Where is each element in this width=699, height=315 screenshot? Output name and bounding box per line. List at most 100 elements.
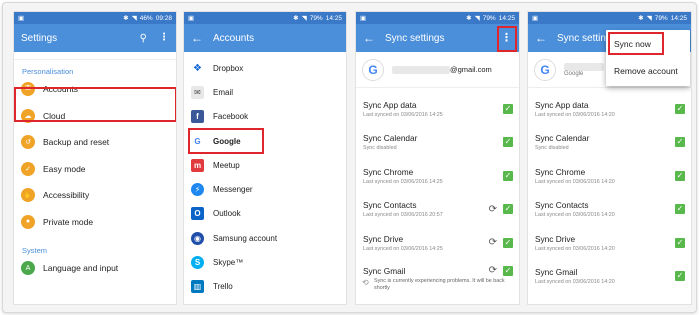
- settings-screen: ▣ ✱ ◥ 46% 09:28 Settings ⚲ ⋮ Personalisa…: [13, 11, 177, 305]
- syncing-icon: ⟳: [488, 203, 497, 215]
- sync-item-drive[interactable]: Sync Drive Last synced on 03/06/2016 14:2…: [528, 226, 691, 260]
- sync-item-chrome[interactable]: Sync Chrome Last synced on 03/06/2016 14:…: [528, 159, 691, 193]
- more-options-icon[interactable]: ⋮: [501, 32, 512, 44]
- checkbox-checked[interactable]: ✓: [503, 103, 513, 114]
- menu-item-sync-now[interactable]: Sync now: [606, 30, 690, 57]
- sync-item-chrome[interactable]: Sync Chrome Last synced on 03/06/2016 14:…: [356, 159, 519, 193]
- settings-item-accessibility[interactable]: ✋ Accessibility: [14, 182, 176, 209]
- app-bar: Settings ⚲ ⋮: [14, 24, 176, 52]
- sync-item-gmail[interactable]: Sync Gmail ⟳ ✓: [356, 260, 519, 276]
- sync-item-status: Sync disabled: [363, 145, 397, 152]
- account-item-meetup[interactable]: m Meetup: [184, 153, 346, 177]
- sync-item-drive[interactable]: Sync Drive Last synced on 03/06/2016 14:2…: [356, 226, 519, 260]
- checkbox-checked[interactable]: ✓: [503, 137, 513, 148]
- account-label: Google: [213, 136, 241, 146]
- battery-level: 79%: [654, 14, 668, 22]
- sync-item-calendar[interactable]: Sync Calendar Sync disabled ✓: [528, 126, 691, 160]
- section-personalisation: Personalisation: [22, 67, 74, 76]
- more-options-icon[interactable]: ⋮: [159, 33, 169, 43]
- battery-level: 79%: [482, 14, 496, 22]
- settings-item-language[interactable]: A Language and input: [14, 255, 176, 282]
- checkbox-checked[interactable]: ✓: [503, 265, 513, 276]
- settings-item-backup[interactable]: ↺ Backup and reset: [14, 129, 176, 156]
- checkbox-checked[interactable]: ✓: [675, 204, 685, 215]
- account-item-samsung[interactable]: ◉ Samsung account: [184, 226, 346, 250]
- account-item-messenger[interactable]: ⚡ Messenger: [184, 177, 346, 201]
- settings-item-label: Cloud: [43, 110, 66, 121]
- account-label: Skype™: [213, 258, 244, 268]
- time: 14:25: [670, 14, 687, 22]
- sync-item-contacts[interactable]: Sync Contacts Last synced on 03/06/2016 2…: [356, 193, 519, 227]
- menu-item-remove-account[interactable]: Remove account: [606, 57, 690, 84]
- sync-item-app-data[interactable]: Sync App data Last synced on 03/06/2016 1…: [528, 92, 691, 126]
- settings-item-private-mode[interactable]: ● Private mode: [14, 209, 176, 236]
- checkbox-checked[interactable]: ✓: [503, 170, 513, 181]
- sync-item-contacts[interactable]: Sync Contacts Last synced on 03/06/2016 1…: [528, 193, 691, 227]
- sync-warning: ⟲ Sync is currently experiencing problem…: [356, 276, 519, 292]
- back-arrow-icon[interactable]: ←: [191, 31, 203, 45]
- sync-item-name: Sync Contacts: [363, 200, 417, 211]
- status-bar: ▣ ✱ ◥ 46% 09:28: [14, 12, 176, 24]
- account-label: Dropbox: [213, 63, 244, 73]
- list-item-partial: [14, 52, 176, 60]
- accessibility-icon: ✋: [21, 188, 35, 203]
- app-bar: ← Accounts: [184, 24, 346, 52]
- settings-item-accounts[interactable]: ⚿ Accounts: [14, 76, 176, 103]
- settings-item-label: Private mode: [43, 216, 94, 227]
- account-type: Google: [564, 71, 584, 77]
- sync-item-status: Last synced on 03/06/2016 14:25: [363, 111, 443, 118]
- account-item-facebook[interactable]: f Facebook: [184, 105, 346, 129]
- wifi-icon: ◥: [301, 15, 307, 22]
- account-item-skype[interactable]: S Skype™: [184, 250, 346, 274]
- time: 14:25: [325, 14, 342, 22]
- settings-item-easy-mode[interactable]: ✓ Easy mode: [14, 156, 176, 183]
- sync-item-calendar[interactable]: Sync Calendar Sync disabled ✓: [356, 126, 519, 160]
- sync-item-name: Sync Chrome: [535, 166, 586, 177]
- sync-item-name: Sync App data: [535, 99, 589, 110]
- notification-icon: ▣: [18, 15, 25, 22]
- settings-item-label: Accessibility: [43, 190, 90, 201]
- notification-icon: ▣: [532, 15, 539, 22]
- bluetooth-icon: ✱: [638, 15, 644, 22]
- status-bar: ▣ ✱ ◥ 79% 14:25: [184, 12, 346, 24]
- checkbox-checked[interactable]: ✓: [675, 137, 685, 148]
- bluetooth-icon: ✱: [123, 15, 129, 22]
- account-label: Meetup: [213, 160, 240, 170]
- account-item-email[interactable]: ✉ Email: [184, 80, 346, 104]
- sync-item-gmail[interactable]: Sync Gmail Last synced on 03/06/2016 14:2…: [528, 260, 691, 294]
- checkbox-checked[interactable]: ✓: [675, 170, 685, 181]
- account-item-google[interactable]: G Google: [184, 129, 346, 153]
- wifi-icon: ◥: [131, 15, 137, 22]
- sync-item-status: Last synced on 03/06/2016 14:20: [535, 245, 615, 252]
- account-item-outlook[interactable]: O Outlook: [184, 202, 346, 226]
- search-icon[interactable]: ⚲: [140, 33, 147, 44]
- checkbox-checked[interactable]: ✓: [503, 204, 513, 215]
- easy-mode-icon: ✓: [21, 161, 35, 176]
- sync-item-name: Sync Contacts: [535, 200, 589, 211]
- facebook-icon: f: [191, 110, 204, 124]
- redacted-email: [392, 66, 450, 74]
- sync-item-status: Last synced on 03/06/2016 14:20: [535, 279, 615, 286]
- status-bar: ▣ ✱ ◥ 79% 14:25: [356, 12, 519, 24]
- time: 09:28: [155, 14, 172, 22]
- meetup-icon: m: [191, 158, 204, 172]
- sync-item-name: Sync Gmail: [363, 265, 406, 276]
- checkbox-checked[interactable]: ✓: [675, 271, 685, 282]
- account-label: Outlook: [213, 209, 241, 219]
- back-arrow-icon[interactable]: ←: [363, 31, 375, 45]
- settings-item-label: Easy mode: [43, 163, 86, 174]
- back-arrow-icon[interactable]: ←: [535, 31, 547, 45]
- sync-item-app-data[interactable]: Sync App data Last synced on 03/06/2016 1…: [356, 92, 519, 126]
- samsung-icon: ◉: [191, 231, 204, 245]
- account-item-trello[interactable]: ▥ Trello: [184, 275, 346, 299]
- checkbox-checked[interactable]: ✓: [503, 237, 513, 248]
- settings-item-label: Backup and reset: [43, 137, 110, 148]
- settings-item-cloud[interactable]: ☁ Cloud: [14, 103, 176, 130]
- account-item-dropbox[interactable]: ❖ Dropbox: [184, 56, 346, 80]
- page-title: Accounts: [213, 32, 255, 44]
- account-label: Email: [213, 87, 234, 97]
- checkbox-checked[interactable]: ✓: [675, 237, 685, 248]
- skype-icon: S: [191, 256, 204, 270]
- checkbox-checked[interactable]: ✓: [675, 103, 685, 114]
- sync-warning-text: Sync is currently experiencing problems.…: [374, 277, 505, 291]
